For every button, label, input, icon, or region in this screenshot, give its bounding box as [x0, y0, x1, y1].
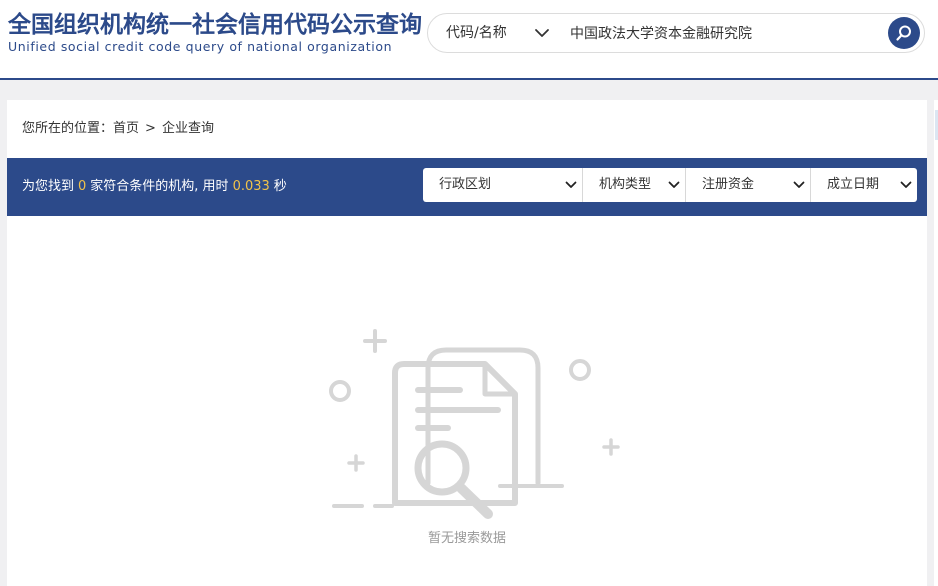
filter-group: 行政区划 机构类型 注册资金 成立日期 [423, 168, 917, 202]
search-input[interactable] [566, 18, 884, 48]
search-icon [896, 25, 911, 41]
breadcrumb-home-link[interactable]: 首页 [113, 120, 139, 138]
site-title: 全国组织机构统一社会信用代码公示查询 [8, 12, 422, 38]
filter-capital-label: 注册资金 [702, 177, 755, 192]
result-text-middle: 家符合条件的机构, 用时 [90, 179, 229, 194]
breadcrumb-current: 企业查询 [161, 121, 214, 136]
right-edge [934, 100, 938, 586]
chevron-down-icon [565, 181, 577, 188]
result-text-before: 为您找到 [22, 179, 75, 194]
filter-date-select[interactable]: 成立日期 [811, 168, 917, 202]
filter-capital-select[interactable]: 注册资金 [686, 168, 811, 202]
chevron-down-icon[interactable] [534, 25, 550, 41]
result-time: 0.033 [232, 179, 270, 194]
filter-region-select[interactable]: 行政区划 [423, 168, 583, 202]
chevron-down-icon [668, 181, 680, 188]
chevron-down-icon [900, 181, 912, 188]
filter-region-label: 行政区划 [439, 177, 492, 192]
breadcrumb: 您所在的位置：首页 > 企业查询 [22, 120, 214, 138]
empty-state-message: 暂无搜索数据 [427, 531, 506, 546]
filter-org-type-select[interactable]: 机构类型 [583, 168, 686, 202]
breadcrumb-separator: > [145, 121, 156, 136]
site-header: 全国组织机构统一社会信用代码公示查询 Unified social credit… [0, 0, 938, 80]
main-panel: 您所在的位置：首页 > 企业查询 为您找到 0 家符合条件的机构, 用时 0.033 秒 行… [7, 100, 927, 586]
result-text-after: 秒 [273, 179, 287, 194]
result-bar: 为您找到 0 家符合条件的机构, 用时 0.033 秒 行政区划 机构类型 注册资金 [7, 158, 927, 216]
site-subtitle: Unified social credit code query of nati… [8, 39, 393, 54]
breadcrumb-prefix: 您所在的位置： [22, 121, 114, 136]
empty-document-icon [329, 329, 620, 519]
filter-org-type-label: 机构类型 [599, 177, 652, 192]
search-button[interactable] [888, 17, 920, 49]
chevron-down-icon [793, 181, 805, 188]
result-summary: 为您找到 0 家符合条件的机构, 用时 0.033 秒 [22, 158, 287, 216]
search-type-select[interactable]: 代码/名称 [446, 14, 507, 52]
search-box: 代码/名称 [427, 13, 925, 53]
filter-date-label: 成立日期 [827, 177, 880, 192]
result-count: 0 [78, 179, 87, 194]
search-type-label: 代码/名称 [446, 25, 507, 41]
